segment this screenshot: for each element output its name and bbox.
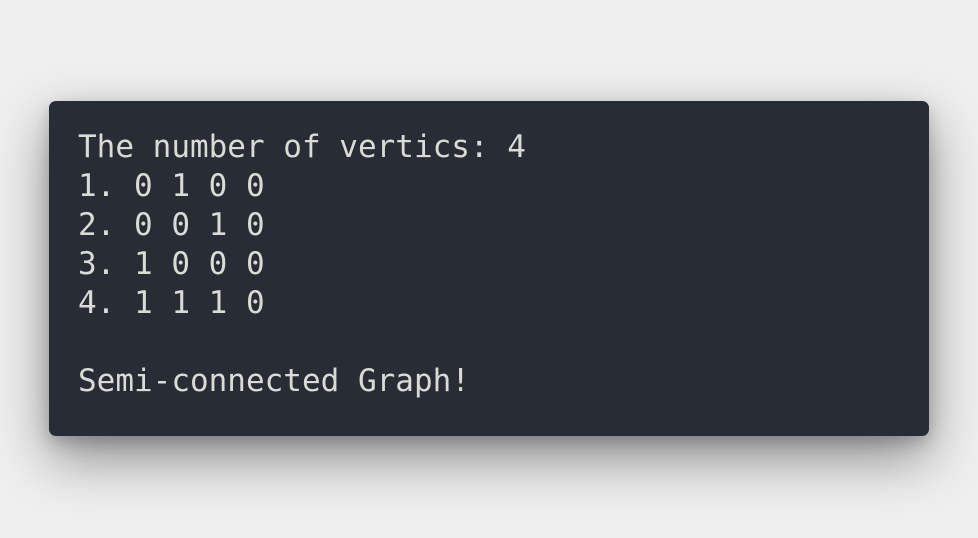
matrix-row-1: 1. 0 1 0 0 (78, 168, 265, 204)
matrix-row-4: 4. 1 1 1 0 (78, 285, 265, 321)
terminal-output-panel: The number of vertics: 4 1. 0 1 0 0 2. 0… (49, 101, 929, 436)
vertex-count-line: The number of vertics: 4 (78, 129, 526, 165)
result-message: Semi-connected Graph! (78, 363, 470, 399)
matrix-row-2: 2. 0 0 1 0 (78, 207, 265, 243)
matrix-row-3: 3. 1 0 0 0 (78, 246, 265, 282)
